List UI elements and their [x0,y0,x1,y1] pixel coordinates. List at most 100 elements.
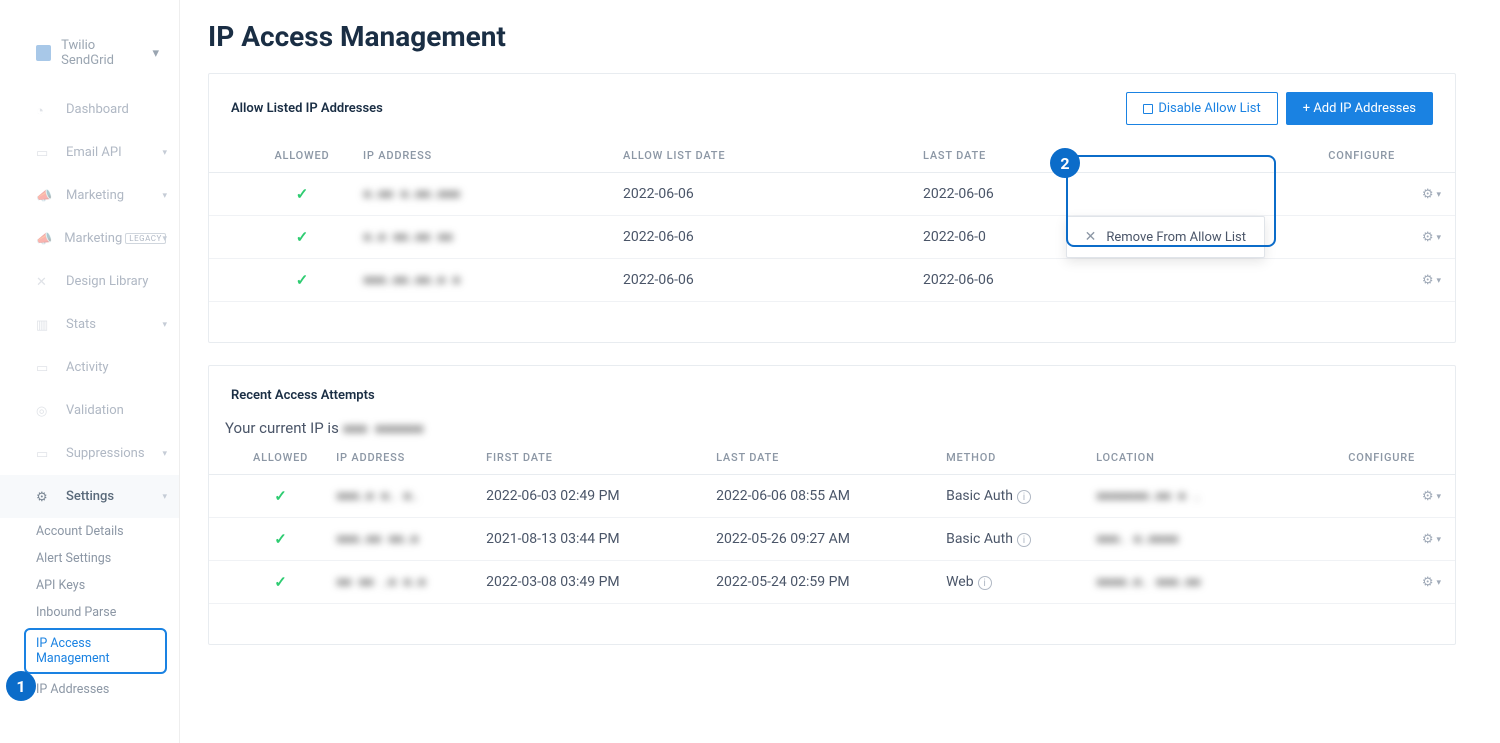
check-icon: ✓ [296,271,309,289]
ip-address: ▪.▪▪ ▪.▪▪.▪▪▪ [363,186,460,202]
chevron-down-icon: ▾ [162,449,167,459]
chevron-down-icon: ▾ [162,320,167,330]
chevron-down-icon: ▾ [162,234,167,244]
th-configure: CONFIGURE [1134,139,1455,173]
location: ▪▪▪. ▪.▪▪▪▪ [1096,531,1178,547]
allow-list-date: 2022-06-06 [609,259,909,302]
chevron-down-icon: ▾ [1436,535,1441,545]
check-icon: ✓ [274,530,287,548]
allow-list-panel: Allow Listed IP Addresses Disable Allow … [208,73,1456,343]
info-icon[interactable]: i [1017,490,1031,504]
table-row: ✓ ▪▪▪.▪ ▪. ▪. 2022-06-03 02:49 PM 2022-0… [209,475,1455,518]
info-icon[interactable]: i [1017,533,1031,547]
th-list-date: ALLOW LIST DATE [609,139,909,173]
chevron-down-icon: ▾ [1436,190,1441,200]
table-row: ✓ ▪▪▪.▪▪ ▪▪.▪ 2021-08-13 03:44 PM 2022-0… [209,518,1455,561]
dashboard-icon: ◔ [36,103,54,117]
close-icon[interactable]: ✕ [1085,229,1097,245]
megaphone-icon: 📣 [36,189,54,203]
last-date: 2022-06-06 [909,259,1134,302]
brand-name: Twilio SendGrid [61,38,146,68]
configure-gear[interactable]: ⚙ ▾ [1422,187,1441,202]
chevron-down-icon: ▾ [1436,233,1441,243]
th-ip: IP ADDRESS [349,139,609,173]
method: Webi [932,561,1082,604]
table-row: ✓ ▪.▪ ▪▪.▪▪ ▪▪ 2022-06-06 2022-06-0 ⚙ ▾ [209,216,1455,259]
configure-gear[interactable]: ⚙ ▾ [1422,575,1441,590]
th-last-date: LAST DATE [909,139,1134,173]
nav-suppressions[interactable]: ▭Suppressions▾ [0,432,179,475]
recent-panel-title: Recent Access Attempts [225,388,375,403]
th-first: FIRST DATE [472,441,702,475]
legacy-badge: LEGACY [125,233,166,244]
th-configure: CONFIGURE [1277,441,1455,475]
chevron-down-icon: ▾ [1436,578,1441,588]
configure-gear[interactable]: ⚙ ▾ [1422,273,1441,288]
nav-email-api[interactable]: ▭Email API▾ [0,131,179,174]
allow-panel-title: Allow Listed IP Addresses [231,101,383,116]
nav-marketing[interactable]: 📣Marketing▾ [0,174,179,217]
chevron-down-icon: ▾ [152,46,159,61]
nav-dashboard[interactable]: ◔Dashboard [0,88,179,131]
last-date: 2022-05-24 02:59 PM [702,561,932,604]
current-ip-value: ▪▪▪ ▪▪▪▪▪▪ [343,419,423,437]
callout-1: 1 [6,671,36,701]
ip-address: ▪▪▪.▪▪.▪▪.▪ ▪ [363,272,460,288]
validation-icon: ◎ [36,404,54,418]
configure-dropdown: ✕ Remove From Allow List [1066,216,1265,258]
add-ip-addresses-button[interactable]: + Add IP Addresses [1286,92,1433,125]
main-content: IP Access Management Allow Listed IP Add… [180,0,1500,743]
last-date: 2022-06-06 [909,173,1134,216]
nav-validation[interactable]: ◎Validation [0,389,179,432]
nav-activity[interactable]: ▭Activity [0,346,179,389]
ip-address: ▪▪▪.▪ ▪. ▪. [336,488,418,504]
check-icon: ✓ [274,487,287,505]
check-icon: ✓ [274,573,287,591]
allow-list-date: 2022-06-06 [609,216,909,259]
chevron-down-icon: ▾ [162,148,167,158]
sub-ip-access-management[interactable]: IP Access Management [24,628,167,674]
suppressions-icon: ▭ [36,447,54,461]
sub-account-details[interactable]: Account Details [0,518,179,545]
allow-list-table: ALLOWED IP ADDRESS ALLOW LIST DATE LAST … [209,139,1455,302]
ip-address: ▪▪ ▪▪ .▪ ▪.▪ [336,574,425,590]
configure-gear[interactable]: ⚙ ▾ [1422,489,1441,504]
nav-marketing-legacy[interactable]: 📣MarketingLEGACY▾ [0,217,179,260]
configure-gear[interactable]: ⚙ ▾ [1422,230,1441,245]
table-row: ✓ ▪▪ ▪▪ .▪ ▪.▪ 2022-03-08 03:49 PM 2022-… [209,561,1455,604]
configure-gear[interactable]: ⚙ ▾ [1422,532,1441,547]
table-row: ✓ ▪▪▪.▪▪.▪▪.▪ ▪ 2022-06-06 2022-06-06 ⚙ … [209,259,1455,302]
disable-allow-list-button[interactable]: Disable Allow List [1126,92,1277,125]
sub-alert-settings[interactable]: Alert Settings [0,545,179,572]
stats-icon: ▥ [36,318,54,332]
chevron-down-icon: ▾ [1436,492,1441,502]
first-date: 2022-03-08 03:49 PM [472,561,702,604]
lock-icon [1143,104,1153,114]
check-icon: ✓ [296,228,309,246]
settings-icon: ⚙ [36,490,54,504]
remove-from-allow-list[interactable]: Remove From Allow List [1106,230,1246,245]
method: Basic Authi [932,475,1082,518]
sub-inbound-parse[interactable]: Inbound Parse [0,599,179,626]
ip-address: ▪▪▪.▪▪ ▪▪.▪ [336,531,418,547]
nav-design-library[interactable]: ✕Design Library [0,260,179,303]
first-date: 2021-08-13 03:44 PM [472,518,702,561]
sidebar: Twilio SendGrid ▾ ◔Dashboard ▭Email API▾… [0,0,180,743]
nav-settings[interactable]: ⚙Settings▾ [0,475,179,518]
current-ip-line: Your current IP is ▪▪▪ ▪▪▪▪▪▪ [209,403,1455,441]
nav-stats[interactable]: ▥Stats▾ [0,303,179,346]
brand[interactable]: Twilio SendGrid ▾ [0,30,179,88]
ip-address: ▪.▪ ▪▪.▪▪ ▪▪ [363,229,452,245]
location: ▪▪▪▪▪▪▪.▪▪ ▪ . [1096,488,1200,504]
page-title: IP Access Management [208,20,1456,53]
th-allowed: ALLOWED [209,441,322,475]
allow-list-date: 2022-06-06 [609,173,909,216]
recent-access-panel: Recent Access Attempts Your current IP i… [208,365,1456,645]
first-date: 2022-06-03 02:49 PM [472,475,702,518]
info-icon[interactable]: i [978,576,992,590]
th-allowed: ALLOWED [209,139,349,173]
last-date: 2022-06-06 08:55 AM [702,475,932,518]
th-ip: IP ADDRESS [322,441,472,475]
sub-api-keys[interactable]: API Keys [0,572,179,599]
table-row: ✓ ▪.▪▪ ▪.▪▪.▪▪▪ 2022-06-06 2022-06-06 ⚙ … [209,173,1455,216]
